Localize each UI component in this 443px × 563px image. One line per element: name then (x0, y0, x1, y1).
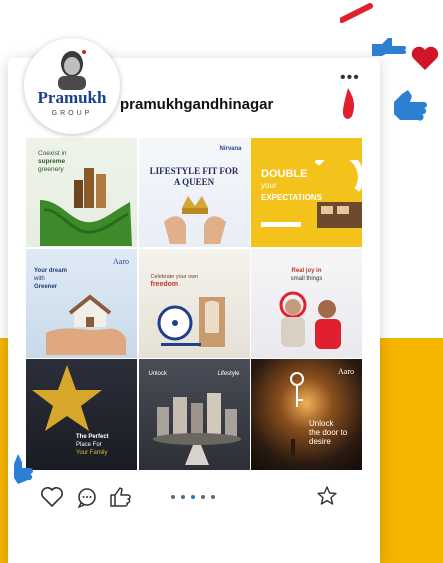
thumbs-up-icon (394, 90, 427, 121)
post-thumbnail[interactable]: Coexist in supreme greenery (26, 138, 137, 247)
post-thumbnail[interactable]: Aaro Your dream with Greener (26, 248, 137, 358)
like-heart-icon[interactable] (40, 486, 64, 508)
post-text: A QUEEN (173, 177, 215, 187)
logo-brand-name: Pramukh (37, 88, 107, 107)
thumbs-up-icon (372, 38, 406, 56)
post-thumbnail[interactable]: The Perfect Place For Your Family (26, 359, 137, 470)
post-thumbnail[interactable]: Nirvana LIFESTYLE FIT FOR A QUEEN (138, 138, 250, 247)
post-text: Your Family (76, 450, 108, 456)
post-text: Unlock (148, 371, 167, 377)
carousel-dot-active[interactable] (191, 495, 195, 499)
hands-building-image (40, 168, 132, 246)
family-photo-image (279, 291, 341, 349)
post-brand: Lifestyle (217, 371, 240, 377)
post-brand: Aaro (338, 367, 354, 376)
star-icon (32, 365, 102, 431)
house-in-hands-image (46, 293, 126, 355)
post-thumbnail[interactable]: Real joy in small things (251, 248, 362, 358)
carousel-dot[interactable] (211, 495, 215, 499)
post-text: with (34, 275, 45, 282)
post-text: Real joy in (291, 267, 322, 274)
city-skyline-image (152, 393, 241, 465)
key-door-image (290, 372, 304, 407)
post-thumbnail[interactable]: DOUBLE your EXPECTATIONS (251, 138, 362, 247)
post-text: Greener (34, 283, 58, 290)
post-thumbnail[interactable]: Aaro Unlock the door to desire (251, 359, 362, 470)
post-brand: Nirvana (219, 146, 242, 152)
post-text: The Perfect (76, 434, 109, 440)
post-text: Celebrate your own (150, 273, 199, 280)
red-drop-decoration (342, 88, 355, 119)
profile-username[interactable]: pramukhgandhinagar (120, 96, 273, 113)
carousel-dot[interactable] (171, 495, 175, 499)
post-text: the door to (309, 428, 348, 437)
post-text: Your dream (34, 267, 67, 274)
post-text: desire (309, 437, 331, 446)
chakra-window-image (157, 296, 225, 347)
post-text: freedom (150, 280, 179, 288)
apartment-image (314, 160, 362, 228)
more-options-icon[interactable]: ••• (340, 70, 360, 86)
logo-brand-sub: GROUP (51, 110, 93, 117)
comment-icon[interactable] (76, 486, 98, 508)
post-thumbnail[interactable]: Celebrate your own freedom (138, 248, 250, 358)
post-grid: Coexist in supreme greenery Nirvana LIFE… (26, 138, 362, 471)
post-text: small things (290, 275, 323, 282)
thumbs-up-icon[interactable] (108, 485, 132, 509)
carousel-dot[interactable] (181, 495, 185, 499)
post-text: Place For (76, 442, 102, 448)
profile-avatar[interactable]: Pramukh GROUP (24, 38, 120, 134)
red-dash-decoration (340, 3, 373, 23)
heart-icon (411, 46, 439, 70)
post-thumbnail[interactable]: Unlock Lifestyle (138, 359, 250, 470)
carousel-indicator (171, 495, 215, 499)
post-text: Coexist in (38, 150, 67, 157)
post-brand: Aaro (113, 256, 129, 266)
bookmark-star-icon[interactable] (316, 485, 338, 507)
carousel-dot[interactable] (201, 495, 205, 499)
post-text: LIFESTYLE FIT FOR (149, 166, 239, 176)
thumbs-up-icon (14, 454, 33, 484)
founder-portrait-icon (58, 50, 86, 90)
crown-hands-image (163, 196, 226, 244)
post-text: Unlock (309, 419, 334, 428)
